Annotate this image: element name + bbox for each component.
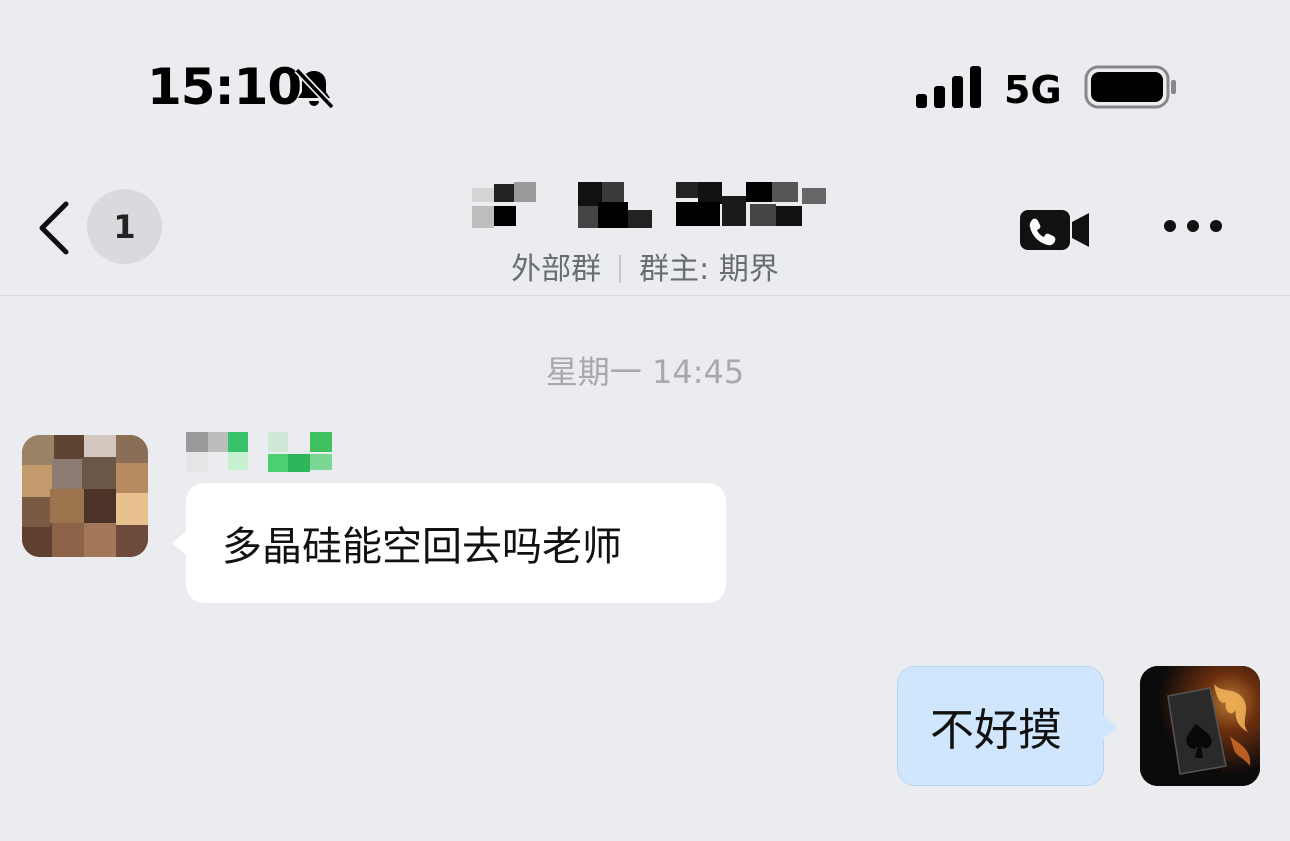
status-bar: 15:10 5G bbox=[0, 0, 1290, 150]
external-group-tag: 外部群 bbox=[511, 252, 602, 287]
chat-header: 1 外部群 群主: 期界 bbox=[0, 150, 1290, 296]
my-avatar[interactable] bbox=[1140, 666, 1260, 786]
more-icon[interactable] bbox=[1160, 212, 1226, 240]
signal-bars-icon bbox=[916, 66, 981, 108]
message-text: 不好摸 bbox=[930, 705, 1062, 756]
group-owner: 群主: 期界 bbox=[639, 252, 779, 287]
sender-avatar[interactable] bbox=[22, 435, 148, 557]
outgoing-message-bubble[interactable]: 不好摸 bbox=[897, 666, 1117, 786]
video-call-icon[interactable] bbox=[1019, 208, 1091, 252]
subtitle-divider bbox=[619, 255, 622, 283]
bell-muted-icon bbox=[294, 67, 335, 110]
incoming-message-bubble[interactable]: 多晶硅能空回去吗老师 bbox=[172, 483, 726, 603]
sender-name-mosaic bbox=[186, 432, 332, 472]
group-title-mosaic bbox=[472, 182, 826, 228]
battery-icon bbox=[1084, 65, 1176, 109]
message-text: 多晶硅能空回去吗老师 bbox=[222, 524, 622, 570]
message-timestamp: 星期一 14:45 bbox=[545, 353, 745, 391]
network-type: 5G bbox=[1004, 68, 1062, 112]
group-subtitle: 外部群 群主: 期界 bbox=[0, 244, 1290, 288]
status-time: 15:10 bbox=[147, 58, 302, 116]
